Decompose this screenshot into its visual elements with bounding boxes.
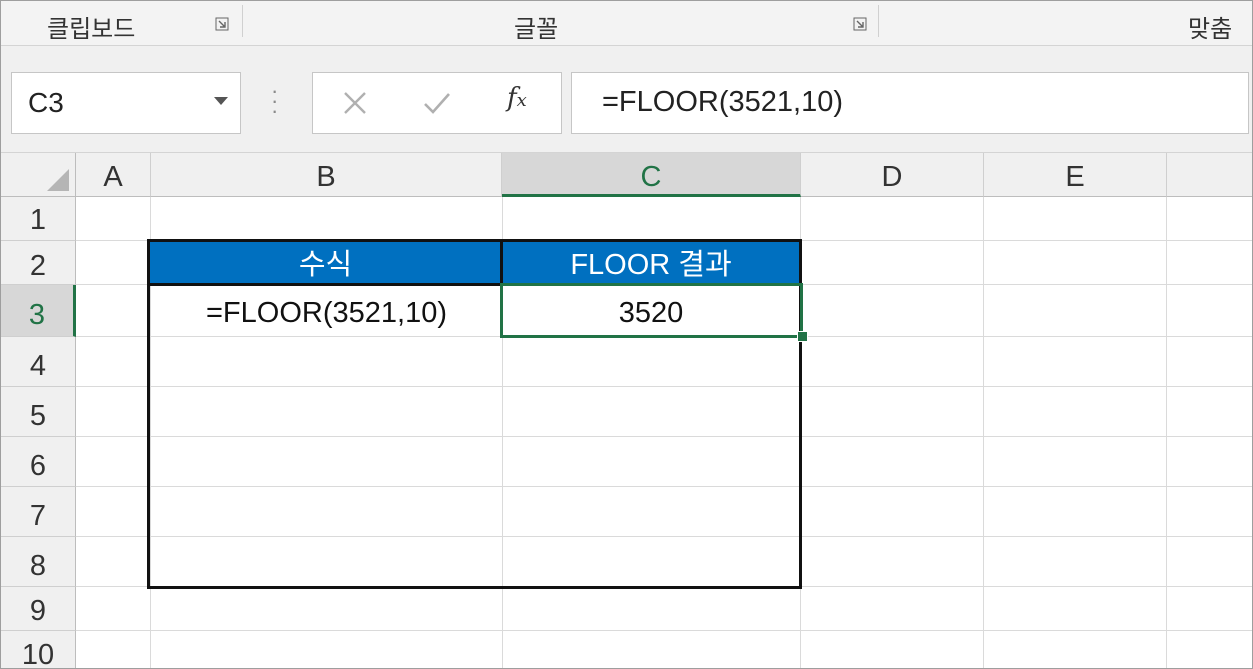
row-header-10[interactable]: 10 bbox=[1, 631, 76, 668]
more-options-icon[interactable]: · · · bbox=[271, 80, 278, 122]
column-header-b[interactable]: B bbox=[151, 153, 502, 197]
formula-input[interactable]: =FLOOR(3521,10) bbox=[571, 72, 1249, 134]
cancel-icon[interactable] bbox=[335, 83, 375, 123]
column-header-e[interactable]: E bbox=[984, 153, 1167, 197]
ribbon-group-clipboard[interactable]: 클립보드 bbox=[47, 9, 135, 44]
column-header-c[interactable]: C bbox=[502, 153, 801, 197]
table-divider bbox=[500, 239, 503, 289]
insert-function-icon[interactable]: fx bbox=[507, 83, 527, 113]
ribbon-separator bbox=[242, 5, 243, 37]
formula-text: =FLOOR(3521,10) bbox=[602, 86, 843, 118]
select-all-triangle-icon bbox=[47, 169, 69, 191]
ribbon-group-font[interactable]: 글꼴 bbox=[514, 9, 558, 44]
select-all-button[interactable] bbox=[1, 153, 76, 197]
gridline bbox=[1166, 197, 1167, 668]
font-launcher-icon[interactable] bbox=[853, 17, 867, 31]
worksheet-grid: A B C D E 1 2 3 4 5 6 7 8 9 10 수식 FLOOR … bbox=[1, 153, 1252, 668]
table-divider bbox=[147, 283, 502, 286]
column-header-f[interactable] bbox=[1167, 153, 1252, 197]
clipboard-launcher-icon[interactable] bbox=[215, 17, 229, 31]
row-header-2[interactable]: 2 bbox=[1, 241, 76, 285]
chevron-down-icon[interactable] bbox=[214, 97, 228, 105]
ribbon-group-strip: 클립보드 글꼴 맞춤 bbox=[1, 1, 1252, 46]
formula-buttons: fx bbox=[312, 72, 562, 134]
gridline bbox=[983, 197, 984, 668]
row-header-5[interactable]: 5 bbox=[1, 387, 76, 437]
column-header-a[interactable]: A bbox=[76, 153, 151, 197]
ribbon-group-alignment[interactable]: 맞춤 bbox=[1188, 9, 1232, 44]
name-box-value: C3 bbox=[28, 87, 64, 118]
row-header-3[interactable]: 3 bbox=[1, 285, 76, 337]
row-header-7[interactable]: 7 bbox=[1, 487, 76, 537]
gridline bbox=[76, 630, 1252, 631]
active-cell-selection bbox=[500, 283, 803, 338]
enter-check-icon[interactable] bbox=[417, 83, 457, 123]
fill-handle[interactable] bbox=[797, 331, 808, 342]
column-header-d[interactable]: D bbox=[801, 153, 984, 197]
row-header-6[interactable]: 6 bbox=[1, 437, 76, 487]
formula-bar-area: C3 · · · fx =FLOOR(3521,10) bbox=[1, 46, 1252, 153]
ribbon-separator bbox=[878, 5, 879, 37]
row-header-9[interactable]: 9 bbox=[1, 587, 76, 631]
excel-window: 클립보드 글꼴 맞춤 C3 · · · fx =FLOOR(3521,10) A… bbox=[0, 0, 1253, 669]
row-header-8[interactable]: 8 bbox=[1, 537, 76, 587]
row-header-4[interactable]: 4 bbox=[1, 337, 76, 387]
name-box[interactable]: C3 bbox=[11, 72, 241, 134]
row-header-1[interactable]: 1 bbox=[1, 197, 76, 241]
